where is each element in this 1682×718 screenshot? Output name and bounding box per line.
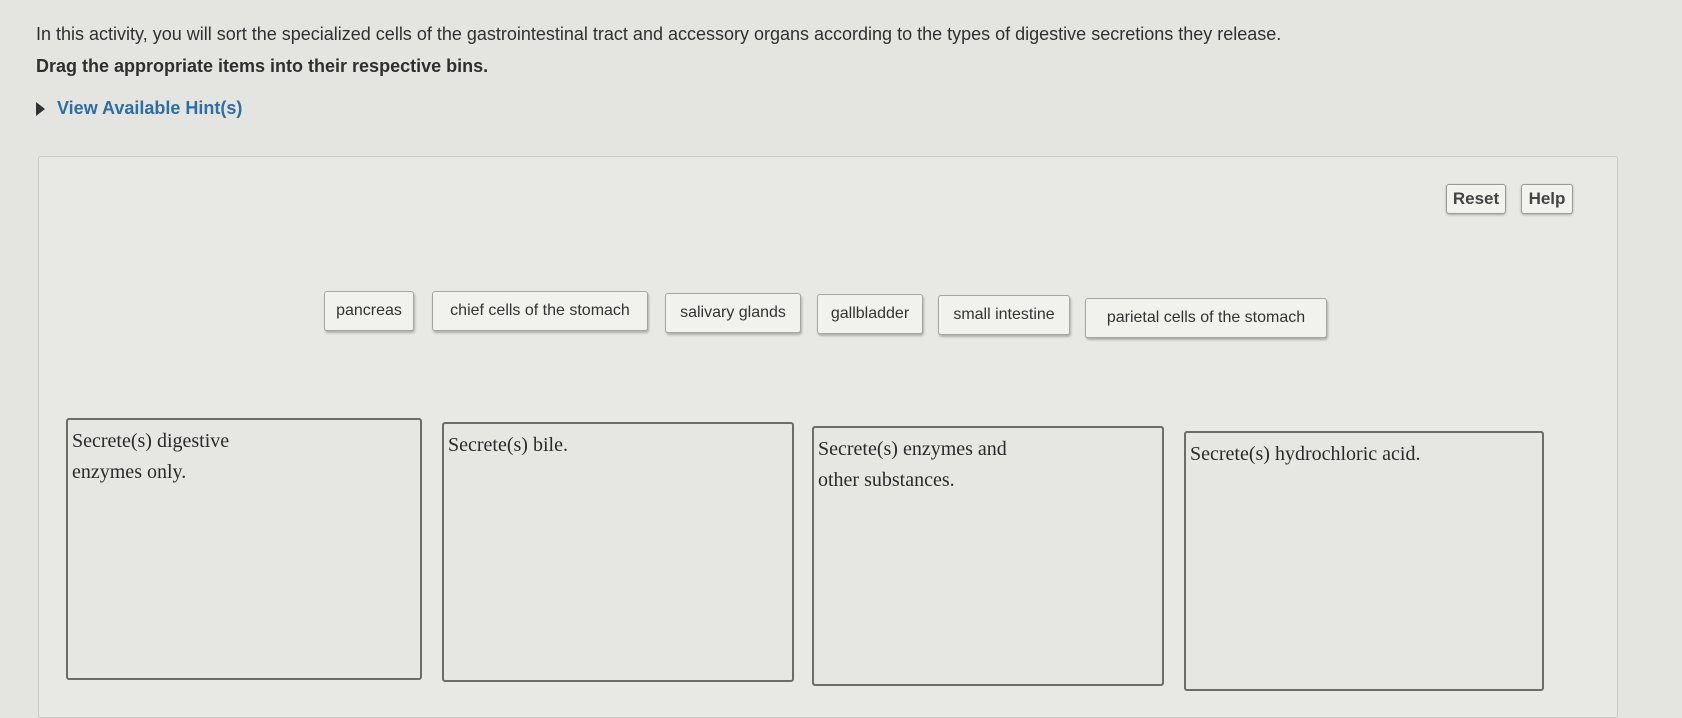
item-tile-salivary-glands[interactable]: salivary glands (665, 293, 801, 333)
bin-label: Secrete(s) bile. (448, 434, 568, 456)
bin-label: Secrete(s) enzymes and other substances. (818, 438, 1007, 491)
bin-enzymes-and-other[interactable]: Secrete(s) enzymes and other substances. (812, 426, 1164, 686)
help-button[interactable]: Help (1521, 184, 1573, 214)
view-hints-label: View Available Hint(s) (57, 98, 243, 118)
bin-label: Secrete(s) hydrochloric acid. (1190, 443, 1421, 465)
bin-hydrochloric-acid[interactable]: Secrete(s) hydrochloric acid. (1184, 431, 1544, 691)
bin-label: Secrete(s) digestive enzymes only. (72, 430, 230, 483)
instruction-text: Drag the appropriate items into their re… (36, 56, 489, 76)
item-tile-gallbladder[interactable]: gallbladder (817, 294, 923, 334)
item-tile-small-intestine[interactable]: small intestine (938, 295, 1070, 335)
view-hints-toggle[interactable]: View Available Hint(s) (36, 98, 242, 119)
reset-button[interactable]: Reset (1446, 184, 1506, 214)
bin-digestive-enzymes-only[interactable]: Secrete(s) digestive enzymes only. (66, 418, 422, 680)
triangle-right-icon (36, 101, 45, 116)
item-tile-parietal-cells[interactable]: parietal cells of the stomach (1085, 298, 1327, 338)
item-tile-chief-cells[interactable]: chief cells of the stomach (432, 291, 648, 331)
item-tile-pancreas[interactable]: pancreas (324, 291, 414, 331)
bin-bile[interactable]: Secrete(s) bile. (442, 422, 794, 682)
activity-intro: In this activity, you will sort the spec… (36, 24, 1282, 44)
